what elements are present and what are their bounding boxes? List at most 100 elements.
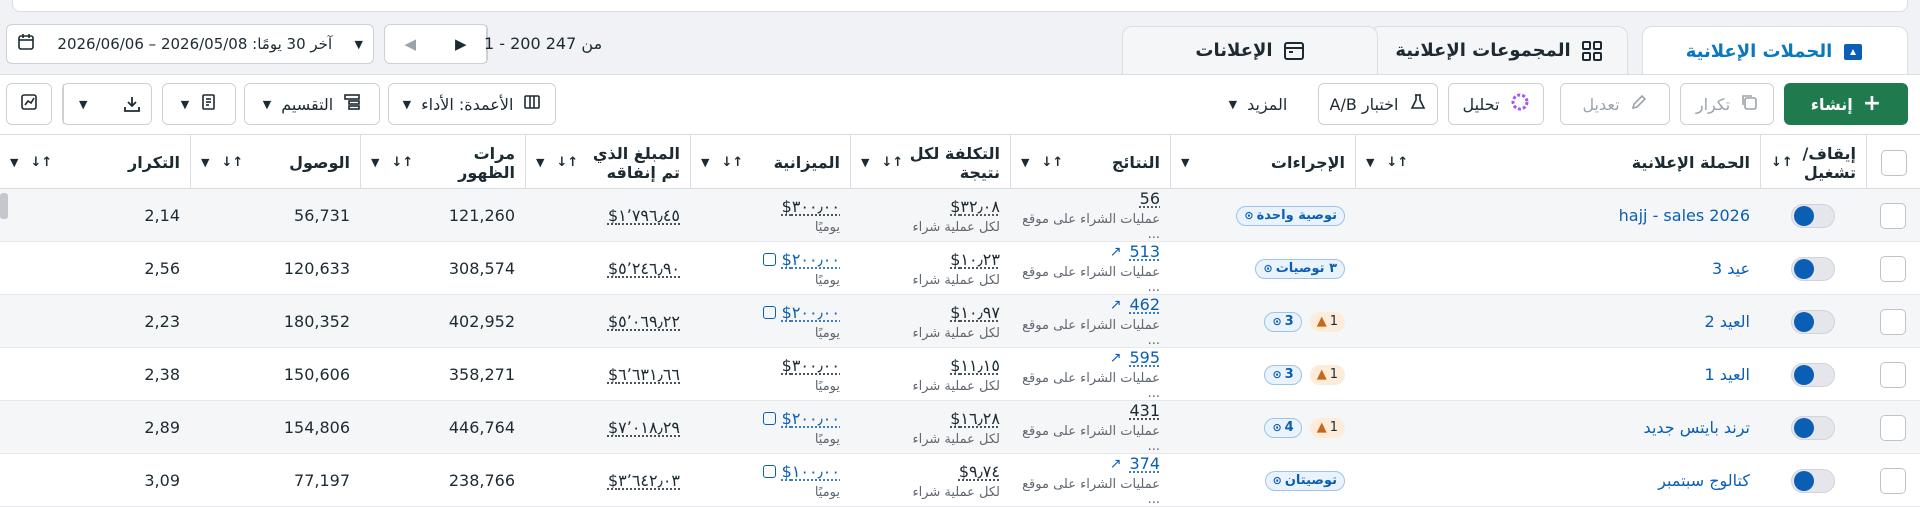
header-campaign[interactable]: الحملة الإعلانية ↑↓ ▼ bbox=[1355, 135, 1760, 190]
tab-ads[interactable]: الإعلانات bbox=[1122, 26, 1378, 74]
header-impressions[interactable]: مرات الظهور ↑↓ ▼ bbox=[360, 135, 525, 190]
header-actions-label: الإجراءات bbox=[1270, 153, 1345, 172]
recommendations-badge[interactable]: 3 ⊙ bbox=[1264, 364, 1302, 385]
warning-badge[interactable]: 1 ▲ bbox=[1309, 364, 1345, 385]
charts-button[interactable] bbox=[6, 83, 52, 125]
row-checkbox[interactable] bbox=[1880, 202, 1906, 229]
analyze-button[interactable]: تحليل bbox=[1448, 83, 1544, 125]
campaign-toggle[interactable] bbox=[1791, 362, 1835, 387]
header-amount-spent[interactable]: المبلغ الذي تم إنفاقه ↑↓ ▼ bbox=[525, 135, 690, 190]
actions-toolbar: + إنشاء تكرار تعديل تحليل اختبار A/B الم… bbox=[0, 74, 1920, 134]
campaign-name-link[interactable]: العيد 1 bbox=[1365, 365, 1750, 384]
budget-value[interactable]: ٣٠٠٫٠٠$ bbox=[782, 197, 840, 216]
campaign-name-link[interactable]: hajj - sales 2026 bbox=[1365, 206, 1750, 225]
table-row[interactable]: العيد 1 1 ▲ 3 ⊙ 595 ↗ عمليات الشراء على … bbox=[0, 348, 1920, 401]
budget-value[interactable]: ٢٠٠٫٠٠$ bbox=[782, 409, 840, 428]
date-range-picker[interactable]: ▼ آخر 30 يومًا: 2026/05/08 – 2026/06/06 bbox=[6, 24, 374, 64]
export-options-button[interactable]: ▼ bbox=[63, 84, 103, 124]
scroll-handle[interactable] bbox=[0, 193, 8, 219]
row-checkbox[interactable] bbox=[1880, 361, 1906, 388]
campaign-name-link[interactable]: كتالوج سبتمبر bbox=[1365, 471, 1750, 490]
tab-adsets[interactable]: المجموعات الإعلانية bbox=[1370, 26, 1628, 74]
recommendation-count: 4 bbox=[1284, 420, 1294, 435]
next-page-button[interactable]: ▶ bbox=[436, 25, 487, 63]
ab-test-label: اختبار A/B bbox=[1329, 94, 1399, 114]
campaign-name-link[interactable]: ترند بايتس جديد bbox=[1365, 418, 1750, 437]
spent-cell: ١٬٧٩٦٫٤٥$ bbox=[525, 189, 690, 242]
budget-value[interactable]: ٢٠٠٫٠٠$ bbox=[782, 250, 840, 269]
select-all-checkbox[interactable] bbox=[1880, 149, 1907, 176]
budget-value[interactable]: ٣٠٠٫٠٠$ bbox=[782, 356, 840, 375]
row-checkbox[interactable] bbox=[1880, 467, 1906, 494]
impressions-cell: 358,271 bbox=[360, 348, 525, 401]
row-checkbox[interactable] bbox=[1880, 255, 1906, 282]
warning-badge[interactable]: 1 ▲ bbox=[1309, 417, 1345, 438]
budget-cell: ٢٠٠٫٠٠$ يوميًا bbox=[690, 295, 850, 348]
download-button[interactable] bbox=[113, 95, 152, 113]
results-value[interactable]: 595 bbox=[1129, 348, 1160, 367]
tab-campaigns[interactable]: الحملات الإعلانية bbox=[1642, 26, 1908, 76]
campaign-toggle[interactable] bbox=[1791, 256, 1835, 281]
prev-page-button[interactable]: ◀ bbox=[385, 25, 436, 63]
row-checkbox[interactable] bbox=[1880, 414, 1906, 441]
reports-dropdown[interactable]: ▼ bbox=[162, 83, 236, 125]
recommendations-badge[interactable]: 4 ⊙ bbox=[1264, 417, 1302, 438]
edit-label: تعديل bbox=[1582, 94, 1620, 114]
create-button[interactable]: + إنشاء bbox=[1784, 83, 1908, 125]
recommendations-badge[interactable]: توصية واحدة ⊙ bbox=[1236, 205, 1345, 226]
recommendations-badge[interactable]: 3 ⊙ bbox=[1264, 311, 1302, 332]
edit-button[interactable]: تعديل bbox=[1560, 83, 1670, 125]
table-row[interactable]: hajj - sales 2026 ▲ توصية واحدة ⊙ 56 ↗ ع… bbox=[0, 189, 1920, 242]
recommendation-count: 3 bbox=[1284, 314, 1294, 329]
chevron-down-icon: ▼ bbox=[701, 156, 710, 169]
cpr-value: ٣٢٫٠٨$ bbox=[950, 196, 1000, 216]
table-row[interactable]: العيد 2 1 ▲ 3 ⊙ 462 ↗ عمليات الشراء على … bbox=[0, 295, 1920, 348]
campaign-toggle[interactable] bbox=[1791, 309, 1835, 334]
table-row[interactable]: كتالوج سبتمبر ▲ توصيتان ⊙ 374 ↗ عمليات ا… bbox=[0, 454, 1920, 507]
header-impressions-label: مرات الظهور bbox=[458, 143, 515, 182]
results-value[interactable]: 462 bbox=[1129, 295, 1160, 314]
results-cell: 431 ↗ عمليات الشراء على موقع ... bbox=[1010, 401, 1170, 454]
cpr-subtext: لكل عملية شراء bbox=[912, 325, 1000, 341]
tab-ads-label: الإعلانات bbox=[1195, 40, 1273, 61]
header-budget[interactable]: الميزانية ↑↓ ▼ bbox=[690, 135, 850, 190]
recommendations-badge[interactable]: توصيتان ⊙ bbox=[1264, 470, 1345, 491]
budget-cell: ٣٠٠٫٠٠$ يوميًا bbox=[690, 348, 850, 401]
recommendations-badge[interactable]: ٣ توصيات ⊙ bbox=[1255, 258, 1345, 279]
duplicate-button[interactable]: تكرار bbox=[1680, 83, 1774, 125]
warning-badge[interactable]: 1 ▲ bbox=[1309, 311, 1345, 332]
header-campaign-label: الحملة الإعلانية bbox=[1631, 153, 1750, 172]
header-frequency[interactable]: التكرار ↑↓ ▼ bbox=[0, 135, 190, 190]
frequency-cell: 2,38 bbox=[0, 348, 190, 401]
budget-value[interactable]: ١٠٠٫٠٠$ bbox=[782, 462, 840, 481]
ab-test-button[interactable]: اختبار A/B bbox=[1318, 83, 1438, 125]
results-value[interactable]: 374 bbox=[1129, 454, 1160, 473]
header-reach[interactable]: الوصول ↑↓ ▼ bbox=[190, 135, 360, 190]
cpr-subtext: لكل عملية شراء bbox=[912, 484, 1000, 500]
header-toggle[interactable]: إيقاف/ تشغيل ↑↓ bbox=[1760, 135, 1866, 190]
level-tabs-bar: الحملات الإعلانية المجموعات الإعلانية ال… bbox=[0, 14, 1920, 76]
actions-cell: 1 ▲ 3 ⊙ bbox=[1170, 295, 1355, 348]
header-results[interactable]: النتائج ↑↓ ▼ bbox=[1010, 135, 1170, 190]
campaign-toggle[interactable] bbox=[1791, 468, 1835, 493]
row-checkbox[interactable] bbox=[1880, 308, 1906, 335]
header-cost-per-result[interactable]: التكلفة لكل نتيجة ↑↓ ▼ bbox=[850, 135, 1010, 190]
reach-value: 180,352 bbox=[283, 312, 350, 331]
results-value[interactable]: 513 bbox=[1129, 242, 1160, 261]
table-row[interactable]: ترند بايتس جديد 1 ▲ 4 ⊙ 431 ↗ عمليات الش… bbox=[0, 401, 1920, 454]
results-value[interactable]: 56 bbox=[1140, 189, 1160, 208]
results-value[interactable]: 431 bbox=[1129, 401, 1160, 420]
campaign-name-link[interactable]: عيد 3 bbox=[1365, 259, 1750, 278]
budget-value[interactable]: ٢٠٠٫٠٠$ bbox=[782, 303, 840, 322]
header-actions[interactable]: الإجراءات ▼ bbox=[1170, 135, 1355, 190]
more-dropdown[interactable]: المزيد ▼ bbox=[1208, 83, 1308, 125]
columns-dropdown[interactable]: الأعمدة: الأداء ▼ bbox=[388, 83, 556, 125]
campaign-toggle[interactable] bbox=[1791, 203, 1835, 228]
results-cell: 513 ↗ عمليات الشراء على موقع ... bbox=[1010, 242, 1170, 295]
campaign-toggle[interactable] bbox=[1791, 415, 1835, 440]
table-row[interactable]: عيد 3 ▲ ٣ توصيات ⊙ 513 ↗ عمليات الشراء ع… bbox=[0, 242, 1920, 295]
campaign-name-link[interactable]: العيد 2 bbox=[1365, 312, 1750, 331]
more-label: المزيد bbox=[1247, 94, 1288, 114]
chevron-down-icon: ▼ bbox=[371, 156, 380, 169]
breakdown-dropdown[interactable]: التقسيم ▼ bbox=[244, 83, 380, 125]
